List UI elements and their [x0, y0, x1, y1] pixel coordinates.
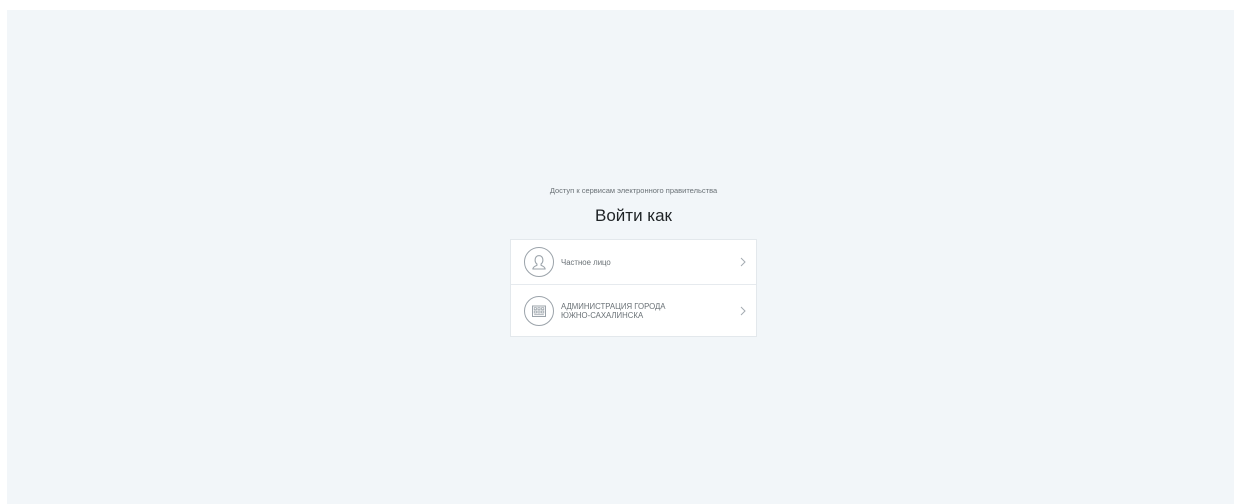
option-private-person-label: Частное лицо — [561, 257, 611, 267]
page-background: Доступ к сервисам электронного правитель… — [7, 10, 1234, 504]
option-private-person[interactable]: Частное лицо — [511, 240, 756, 284]
login-title: Войти как — [595, 206, 672, 225]
organization-name-line-1: АДМИНИСТРАЦИЯ ГОРОДА — [561, 301, 666, 311]
login-block: Доступ к сервисам электронного правитель… — [510, 186, 757, 337]
building-icon — [524, 295, 554, 326]
option-organization[interactable]: АДМИНИСТРАЦИЯ ГОРОДА ЮЖНО-САХАЛИНСКА — [511, 284, 756, 336]
organization-name-line-2: ЮЖНО-САХАЛИНСКА — [561, 310, 644, 320]
login-subtitle: Доступ к сервисам электронного правитель… — [549, 186, 718, 195]
option-organization-label: АДМИНИСТРАЦИЯ ГОРОДА ЮЖНО-САХАЛИНСКА — [561, 302, 721, 320]
person-icon — [524, 247, 554, 277]
chevron-right-icon — [740, 306, 746, 316]
chevron-right-icon — [740, 257, 746, 267]
account-options-card: Частное лицо АДМИНИСТРАЦИЯ ГОРОДА ЮЖНО-С… — [510, 239, 757, 337]
